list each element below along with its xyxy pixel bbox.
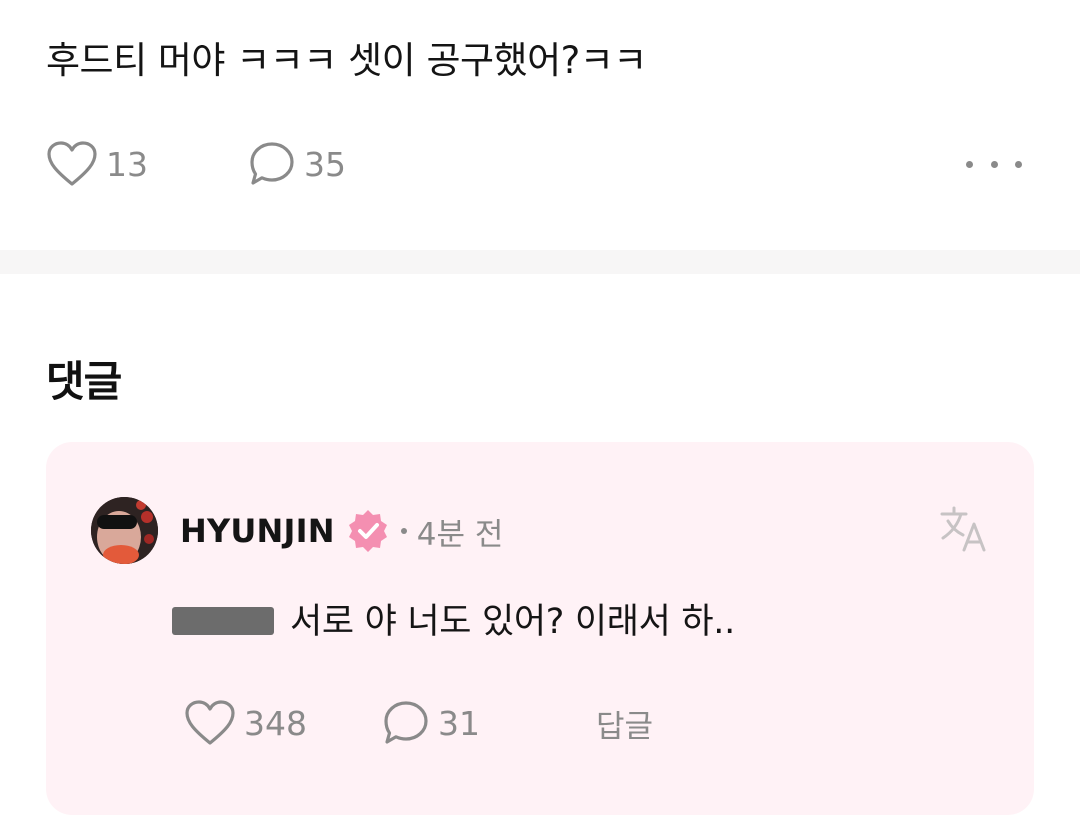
comment-card: HYUNJIN 4분 전 서로 야 너도 있어? 이래서 하.. 348 31 … (46, 442, 1034, 815)
speech-bubble-icon (250, 142, 294, 185)
comment-actions: 348 31 답글 (184, 697, 884, 749)
page: 후드티 머야 ㅋㅋㅋ 셋이 공구했어?ㅋㅋ 13 35 댓글 HYUNJIN 4… (0, 0, 1080, 815)
post-like-button[interactable]: 13 (46, 138, 148, 190)
post-actions: 13 35 (46, 138, 1036, 190)
avatar-image (91, 497, 158, 564)
comment-reply-count: 31 (438, 703, 480, 743)
reply-button[interactable]: 답글 (596, 697, 653, 749)
post-comment-button[interactable]: 35 (248, 138, 346, 190)
more-horizontal-icon (990, 160, 998, 168)
heart-outline-icon (185, 700, 235, 745)
more-options-button[interactable] (966, 138, 1022, 190)
comment-timestamp: 4분 전 (416, 516, 504, 553)
comment-reply-count-button[interactable]: 31 (382, 697, 480, 749)
speech-bubble-icon (384, 701, 428, 744)
separator-dot (400, 528, 407, 534)
verified-badge-icon (348, 510, 387, 552)
more-horizontal-icon (966, 160, 973, 168)
comment-like-button[interactable]: 348 (184, 697, 307, 749)
heart-outline-icon (47, 141, 97, 186)
comment-text: 서로 야 너도 있어? 이래서 하.. (290, 601, 735, 642)
translate-button[interactable] (938, 504, 990, 556)
post-comment-count: 35 (304, 144, 346, 184)
comment-username[interactable]: HYUNJIN (180, 512, 335, 550)
comment-header: HYUNJIN 4분 전 (180, 506, 503, 556)
post-text: 후드티 머야 ㅋㅋㅋ 셋이 공구했어?ㅋㅋ (46, 39, 647, 82)
comment-like-count: 348 (244, 703, 307, 743)
redacted-mention[interactable] (172, 607, 274, 635)
section-divider (0, 250, 1080, 274)
avatar[interactable] (91, 497, 158, 564)
more-horizontal-icon (1015, 160, 1022, 168)
comments-section-title: 댓글 (46, 357, 122, 406)
comment-body: 서로 야 너도 있어? 이래서 하.. (172, 592, 735, 644)
post-like-count: 13 (106, 144, 148, 184)
translate-icon (940, 506, 986, 552)
